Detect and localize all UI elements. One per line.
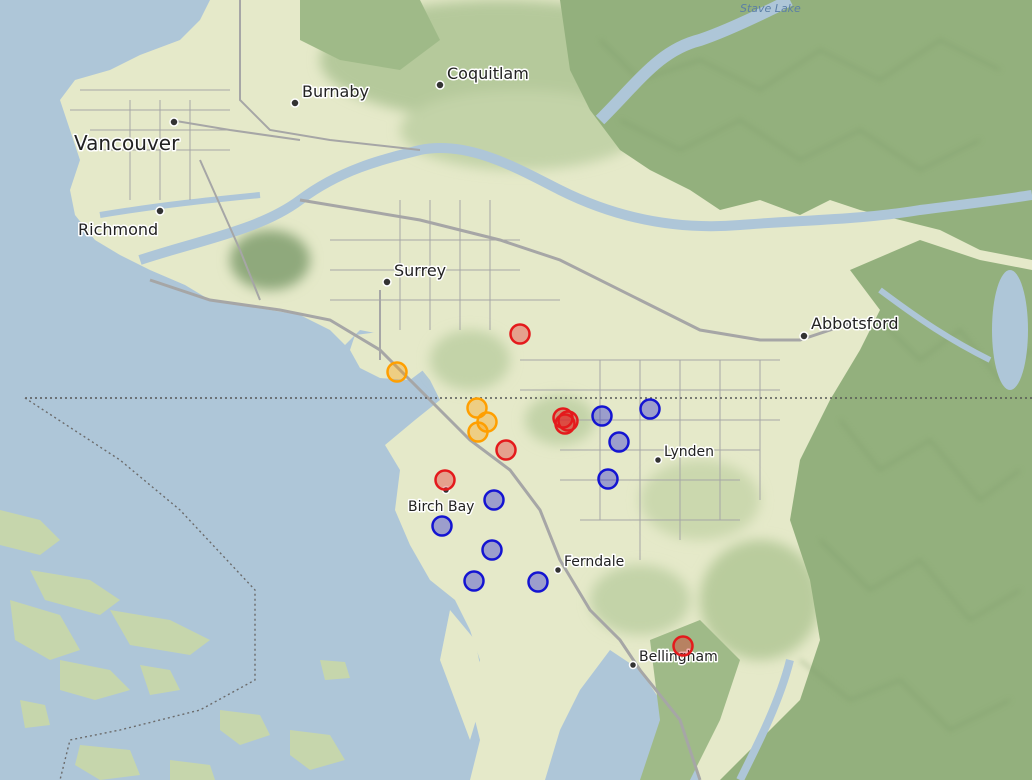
map-marker-orange[interactable] — [386, 361, 408, 383]
map-canvas[interactable]: Stave Lake Vancouver Burnaby Coquitlam R… — [0, 0, 1032, 780]
map-marker-blue[interactable] — [591, 405, 613, 427]
place-label-ferndale: Ferndale — [564, 554, 624, 570]
place-dot — [435, 80, 445, 90]
place-dot — [169, 117, 179, 127]
map-marker-blue[interactable] — [463, 570, 485, 592]
map-marker-red[interactable] — [495, 439, 517, 461]
place-label-burnaby: Burnaby — [302, 82, 369, 101]
place-label-lynden: Lynden — [664, 444, 714, 460]
water-label-stave-lake: Stave Lake — [740, 2, 801, 15]
place-label-surrey: Surrey — [394, 261, 446, 280]
map-marker-blue[interactable] — [608, 431, 630, 453]
place-label-coquitlam: Coquitlam — [447, 64, 529, 83]
map-marker-red[interactable] — [434, 469, 456, 491]
map-marker-orange[interactable] — [467, 421, 489, 443]
map-marker-blue[interactable] — [639, 398, 661, 420]
place-dot — [628, 660, 638, 670]
place-dot — [653, 455, 663, 465]
place-dot — [799, 331, 809, 341]
place-label-birch-bay: Birch Bay — [408, 499, 474, 515]
place-label-abbotsford: Abbotsford — [811, 314, 899, 333]
map-marker-red[interactable] — [509, 323, 531, 345]
place-dot — [290, 98, 300, 108]
map-marker-red[interactable] — [554, 413, 576, 435]
map-marker-red[interactable] — [672, 635, 694, 657]
place-dot — [382, 277, 392, 287]
place-dot — [553, 565, 563, 575]
map-marker-blue[interactable] — [431, 515, 453, 537]
map-marker-blue[interactable] — [527, 571, 549, 593]
map-marker-blue[interactable] — [597, 468, 619, 490]
place-dot — [155, 206, 165, 216]
place-label-vancouver: Vancouver — [74, 131, 180, 155]
map-marker-blue[interactable] — [483, 489, 505, 511]
map-marker-blue[interactable] — [481, 539, 503, 561]
place-label-richmond: Richmond — [78, 220, 158, 239]
